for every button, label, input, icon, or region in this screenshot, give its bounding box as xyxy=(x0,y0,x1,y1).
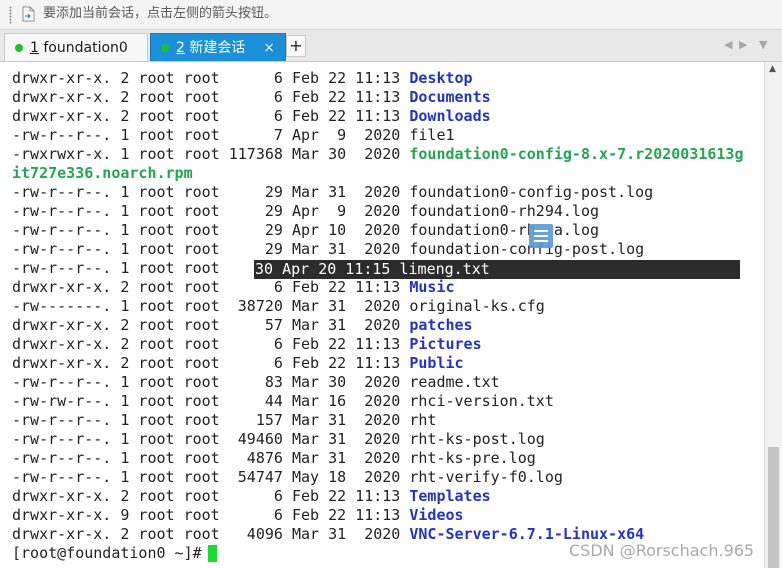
file-name: original-ks.cfg xyxy=(409,297,545,315)
file-meta: drwxr-xr-x. 9 root root 6 Feb 22 11:13 xyxy=(12,506,410,524)
terminal-line: -rw-r--r--. 1 root root 54747 May 18 202… xyxy=(12,468,563,487)
toolbar-grip-handle[interactable] xyxy=(9,6,12,24)
terminal-line: drwxr-xr-x. 2 root root 6 Feb 22 11:13 D… xyxy=(12,88,491,107)
file-meta: -rw-------. 1 root root 38720 Mar 31 202… xyxy=(12,297,410,315)
file-meta: -rw-rw-r--. 1 root root 44 Mar 16 2020 xyxy=(12,392,410,410)
file-name: rht-ks-post.log xyxy=(409,430,545,448)
session-tab-bar: 1 foundation0 2 新建会话 × + ◀ ▶ ▼ xyxy=(0,30,782,62)
terminal-scrollbar[interactable]: ▲ xyxy=(764,62,782,568)
selected-text[interactable]: 30 Apr 20 11:15 limeng.txt xyxy=(255,260,490,279)
scrollbar-thumb[interactable] xyxy=(768,447,779,568)
terminal-line: drwxr-xr-x. 2 root root 6 Feb 22 11:13 P… xyxy=(12,335,482,354)
file-meta: -rw-r--r--. 1 root root 54747 May 18 202… xyxy=(12,468,410,486)
hint-text: 要添加当前会话，点击左侧的箭头按钮。 xyxy=(43,6,278,21)
shell-prompt[interactable]: [root@foundation0 ~]# xyxy=(12,544,211,563)
terminal-line: drwxr-xr-x. 2 root root 6 Feb 22 11:13 D… xyxy=(12,107,491,126)
tab-label: 1 foundation0 xyxy=(30,40,128,56)
directory-name: Templates xyxy=(409,487,491,505)
file-meta: -rw-r--r--. 1 root root 157 Mar 31 2020 xyxy=(12,411,410,429)
file-meta: -rw-r--r--. 1 root root 29 Mar 31 2020 xyxy=(12,240,410,258)
directory-name: Downloads xyxy=(409,107,491,125)
file-meta: drwxr-xr-x. 2 root root 6 Feb 22 11:13 xyxy=(12,335,410,353)
file-meta: -rw-r--r--. 1 root root 7 Apr 9 2020 xyxy=(12,126,410,144)
directory-name: Music xyxy=(409,278,455,296)
terminal-line: it727e336.noarch.rpm xyxy=(12,164,193,183)
tab-prev-icon[interactable]: ◀ xyxy=(724,39,732,51)
terminal-line-selected: -rw-r--r--. 1 root root xyxy=(12,259,238,278)
file-meta: drwxr-xr-x. 2 root root 6 Feb 22 11:13 xyxy=(12,107,410,125)
directory-name: Public xyxy=(409,354,464,372)
terminal-line: -rw-r--r--. 1 root root 4876 Mar 31 2020… xyxy=(12,449,536,468)
terminal-line: -rw-rw-r--. 1 root root 44 Mar 16 2020 r… xyxy=(12,392,554,411)
file-name: foundation0-config-post.log xyxy=(409,183,654,201)
terminal-line: -rw-r--r--. 1 root root 49460 Mar 31 202… xyxy=(12,430,545,449)
terminal-line: drwxr-xr-x. 2 root root 57 Mar 31 2020 p… xyxy=(12,316,473,335)
file-meta: -rw-r--r--. 1 root root 49460 Mar 31 202… xyxy=(12,430,410,448)
terminal-line: drwxr-xr-x. 9 root root 6 Feb 22 11:13 V… xyxy=(12,506,464,525)
terminal-line: -rw-r--r--. 1 root root 29 Apr 10 2020 f… xyxy=(12,221,599,240)
terminal-line: drwxr-xr-x. 2 root root 6 Feb 22 11:13 D… xyxy=(12,69,473,88)
xshell-window: 要添加当前会话，点击左侧的箭头按钮。 1 foundation0 2 新建会话 … xyxy=(0,0,782,568)
add-tab-button[interactable]: + xyxy=(286,35,306,57)
directory-name: Pictures xyxy=(409,335,482,353)
file-meta: drwxr-xr-x. 2 root root 6 Feb 22 11:13 xyxy=(12,354,410,372)
file-meta: -rw-r--r--. 1 root root 29 Mar 31 2020 xyxy=(12,183,410,201)
terminal-cursor xyxy=(208,545,217,562)
file-name: foundation0-rh294.log xyxy=(409,202,600,220)
file-name: foundation-config-post.log xyxy=(409,240,645,258)
terminal-line: drwxr-xr-x. 2 root root 6 Feb 22 11:13 M… xyxy=(12,278,455,297)
file-meta: -rw-r--r--. 1 root root 29 Apr 10 2020 xyxy=(12,221,410,239)
tab-foundation0[interactable]: 1 foundation0 xyxy=(4,33,148,61)
file-meta: drwxr-xr-x. 2 root root 6 Feb 22 11:13 xyxy=(12,487,410,505)
file-name: rht-verify-f0.log xyxy=(409,468,563,486)
tab-next-icon[interactable]: ▶ xyxy=(739,39,747,51)
terminal-line: -rw-r--r--. 1 root root 29 Apr 9 2020 fo… xyxy=(12,202,599,221)
terminal-line: drwxr-xr-x. 2 root root 4096 Mar 31 2020… xyxy=(12,525,644,544)
terminal-output[interactable]: drwxr-xr-x. 2 root root 4096 Mar 31 2020… xyxy=(0,62,764,568)
close-tab-icon[interactable]: × xyxy=(263,34,275,62)
terminal-line: -rw-r--r--. 1 root root 83 Mar 30 2020 r… xyxy=(12,373,500,392)
terminal-line: -rw-r--r--. 1 root root 29 Mar 31 2020 f… xyxy=(12,183,653,202)
file-meta: drwxr-xr-x. 2 root root 4096 Mar 31 2020 xyxy=(12,525,410,543)
tab-list-icon[interactable]: ▼ xyxy=(759,39,767,51)
scroll-up-icon[interactable]: ▲ xyxy=(769,64,776,74)
terminal-line: drwxr-xr-x. 2 root root 6 Feb 22 11:13 P… xyxy=(12,354,464,373)
terminal-line: -rw-r--r--. 1 root root 7 Apr 9 2020 fil… xyxy=(12,126,455,145)
file-meta: drwxr-xr-x. 2 root root 57 Mar 31 2020 xyxy=(12,316,410,334)
session-hint-bar: 要添加当前会话，点击左侧的箭头按钮。 xyxy=(0,0,782,30)
directory-name: Desktop xyxy=(409,69,473,87)
tab-label: 2 新建会话 xyxy=(176,40,246,56)
directory-name: Videos xyxy=(409,506,464,524)
file-meta: -rw-r--r--. 1 root root 29 Apr 9 2020 xyxy=(12,202,410,220)
executable-name: it727e336.noarch.rpm xyxy=(12,164,193,182)
connected-status-icon xyxy=(161,44,169,52)
file-name: file1 xyxy=(409,126,455,144)
file-name: foundation0-rh a.log xyxy=(409,221,600,239)
file-meta: drwxr-xr-x. 2 root root 6 Feb 22 11:13 xyxy=(12,278,410,296)
file-meta: -rw-r--r--. 1 root root xyxy=(12,259,238,277)
floating-menu-icon[interactable] xyxy=(529,224,553,248)
terminal-line: drwxr-xr-x. 2 root root 6 Feb 22 11:13 T… xyxy=(12,487,491,506)
file-name: readme.txt xyxy=(409,373,500,391)
file-meta: -rw-r--r--. 1 root root 4876 Mar 31 2020 xyxy=(12,449,410,467)
terminal-line: -rw-------. 1 root root 38720 Mar 31 202… xyxy=(12,297,545,316)
file-meta: -rw-r--r--. 1 root root 83 Mar 30 2020 xyxy=(12,373,410,391)
connected-status-icon xyxy=(15,44,23,52)
tab-new-session[interactable]: 2 新建会话 × xyxy=(150,33,286,61)
file-meta: drwxr-xr-x. 2 root root 6 Feb 22 11:13 xyxy=(12,69,410,87)
directory-name: patches xyxy=(409,316,473,334)
file-name: rhci-version.txt xyxy=(409,392,554,410)
executable-name: foundation0-config-8.x-7.r2020031613g xyxy=(409,145,744,163)
directory-name: Documents xyxy=(409,88,491,106)
document-arrow-icon[interactable] xyxy=(22,6,35,22)
watermark: CSDN @Rorschach.965 xyxy=(569,541,755,560)
terminal-line: -rwxrwxr-x. 1 root root 117368 Mar 30 20… xyxy=(12,145,744,164)
file-name: rht-ks-pre.log xyxy=(409,449,536,467)
file-name: rht xyxy=(409,411,437,429)
file-meta: drwxr-xr-x. 2 root root 6 Feb 22 11:13 xyxy=(12,88,410,106)
terminal-line: -rw-r--r--. 1 root root 157 Mar 31 2020 … xyxy=(12,411,436,430)
file-meta: -rwxrwxr-x. 1 root root 117368 Mar 30 20… xyxy=(12,145,410,163)
